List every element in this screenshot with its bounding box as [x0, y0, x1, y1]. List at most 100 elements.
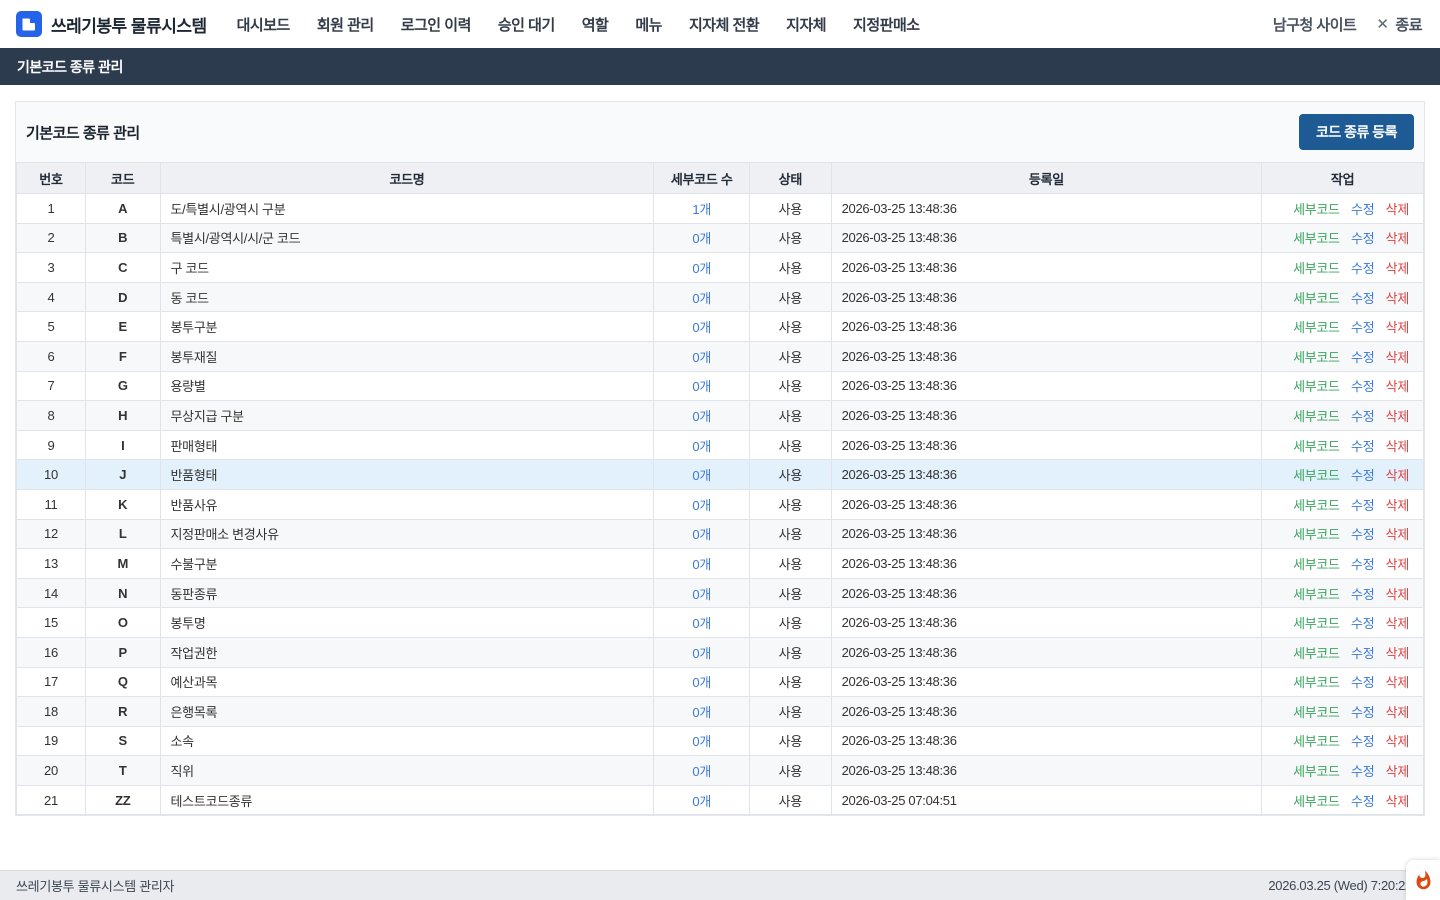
action-edit-link[interactable]: 수정: [1351, 439, 1374, 454]
nav-item-login-history[interactable]: 로그인 이력: [401, 14, 471, 35]
action-detail-link[interactable]: 세부코드: [1293, 291, 1340, 306]
nav-item-approval-pending[interactable]: 승인 대기: [498, 14, 555, 35]
action-delete-link[interactable]: 삭제: [1386, 320, 1409, 335]
detail-count-link[interactable]: 0개: [692, 379, 711, 394]
action-edit-link[interactable]: 수정: [1351, 734, 1374, 749]
action-edit-link[interactable]: 수정: [1351, 527, 1374, 542]
action-delete-link[interactable]: 삭제: [1386, 675, 1409, 690]
action-edit-link[interactable]: 수정: [1351, 468, 1374, 483]
action-delete-link[interactable]: 삭제: [1386, 794, 1409, 809]
action-edit-link[interactable]: 수정: [1351, 498, 1374, 513]
action-detail-link[interactable]: 세부코드: [1293, 261, 1340, 276]
action-edit-link[interactable]: 수정: [1351, 794, 1374, 809]
action-detail-link[interactable]: 세부코드: [1293, 350, 1340, 365]
action-edit-link[interactable]: 수정: [1351, 350, 1374, 365]
action-edit-link[interactable]: 수정: [1351, 646, 1374, 661]
action-delete-link[interactable]: 삭제: [1386, 261, 1409, 276]
action-detail-link[interactable]: 세부코드: [1293, 527, 1340, 542]
detail-count-link[interactable]: 0개: [692, 350, 711, 365]
action-detail-link[interactable]: 세부코드: [1293, 794, 1340, 809]
action-delete-link[interactable]: 삭제: [1386, 646, 1409, 661]
detail-count-link[interactable]: 0개: [692, 261, 711, 276]
detail-count-link[interactable]: 0개: [692, 468, 711, 483]
action-delete-link[interactable]: 삭제: [1386, 202, 1409, 217]
action-detail-link[interactable]: 세부코드: [1293, 439, 1340, 454]
detail-count-link[interactable]: 1개: [692, 202, 711, 217]
detail-count-link[interactable]: 0개: [692, 557, 711, 572]
nav-item-municipality[interactable]: 지자체: [786, 14, 826, 35]
action-delete-link[interactable]: 삭제: [1386, 379, 1409, 394]
action-delete-link[interactable]: 삭제: [1386, 557, 1409, 572]
action-detail-link[interactable]: 세부코드: [1293, 498, 1340, 513]
action-detail-link[interactable]: 세부코드: [1293, 646, 1340, 661]
action-delete-link[interactable]: 삭제: [1386, 231, 1409, 246]
action-detail-link[interactable]: 세부코드: [1293, 587, 1340, 602]
detail-count-link[interactable]: 0개: [692, 675, 711, 690]
action-delete-link[interactable]: 삭제: [1386, 409, 1409, 424]
action-detail-link[interactable]: 세부코드: [1293, 764, 1340, 779]
action-delete-link[interactable]: 삭제: [1386, 498, 1409, 513]
debug-toolbar-button[interactable]: [1406, 860, 1440, 900]
action-detail-link[interactable]: 세부코드: [1293, 202, 1340, 217]
detail-count-link[interactable]: 0개: [692, 734, 711, 749]
action-edit-link[interactable]: 수정: [1351, 291, 1374, 306]
nav-item-designated-stores[interactable]: 지정판매소: [853, 14, 920, 35]
action-detail-link[interactable]: 세부코드: [1293, 675, 1340, 690]
detail-count-link[interactable]: 0개: [692, 587, 711, 602]
action-edit-link[interactable]: 수정: [1351, 409, 1374, 424]
action-edit-link[interactable]: 수정: [1351, 261, 1374, 276]
action-edit-link[interactable]: 수정: [1351, 705, 1374, 720]
nav-item-menus[interactable]: 메뉴: [635, 14, 662, 35]
detail-count-link[interactable]: 0개: [692, 527, 711, 542]
exit-button[interactable]: ✕ 종료: [1376, 14, 1422, 35]
action-detail-link[interactable]: 세부코드: [1293, 320, 1340, 335]
action-edit-link[interactable]: 수정: [1351, 557, 1374, 572]
action-detail-link[interactable]: 세부코드: [1293, 379, 1340, 394]
detail-count-link[interactable]: 0개: [692, 409, 711, 424]
action-delete-link[interactable]: 삭제: [1386, 734, 1409, 749]
action-delete-link[interactable]: 삭제: [1386, 587, 1409, 602]
detail-count-link[interactable]: 0개: [692, 498, 711, 513]
detail-count-link[interactable]: 0개: [692, 646, 711, 661]
nav-item-dashboard[interactable]: 대시보드: [237, 14, 290, 35]
nav-item-roles[interactable]: 역할: [582, 14, 609, 35]
action-delete-link[interactable]: 삭제: [1386, 527, 1409, 542]
detail-count-link[interactable]: 0개: [692, 320, 711, 335]
detail-count-link[interactable]: 0개: [692, 705, 711, 720]
action-delete-link[interactable]: 삭제: [1386, 468, 1409, 483]
action-delete-link[interactable]: 삭제: [1386, 764, 1409, 779]
cell-name: 봉투구분: [160, 312, 654, 342]
action-edit-link[interactable]: 수정: [1351, 764, 1374, 779]
cell-name: 봉투재질: [160, 341, 654, 371]
action-detail-link[interactable]: 세부코드: [1293, 616, 1340, 631]
action-edit-link[interactable]: 수정: [1351, 587, 1374, 602]
action-edit-link[interactable]: 수정: [1351, 231, 1374, 246]
action-delete-link[interactable]: 삭제: [1386, 616, 1409, 631]
site-link[interactable]: 남구청 사이트: [1273, 14, 1356, 35]
action-detail-link[interactable]: 세부코드: [1293, 705, 1340, 720]
brand-home-link[interactable]: 쓰레기봉투 물류시스템: [16, 11, 207, 37]
detail-count-link[interactable]: 0개: [692, 231, 711, 246]
action-delete-link[interactable]: 삭제: [1386, 291, 1409, 306]
action-edit-link[interactable]: 수정: [1351, 379, 1374, 394]
detail-count-link[interactable]: 0개: [692, 794, 711, 809]
action-detail-link[interactable]: 세부코드: [1293, 231, 1340, 246]
detail-count-link[interactable]: 0개: [692, 764, 711, 779]
action-detail-link[interactable]: 세부코드: [1293, 557, 1340, 572]
detail-count-link[interactable]: 0개: [692, 439, 711, 454]
action-edit-link[interactable]: 수정: [1351, 320, 1374, 335]
action-edit-link[interactable]: 수정: [1351, 202, 1374, 217]
action-edit-link[interactable]: 수정: [1351, 675, 1374, 690]
action-detail-link[interactable]: 세부코드: [1293, 409, 1340, 424]
nav-item-municipality-switch[interactable]: 지자체 전환: [689, 14, 759, 35]
action-edit-link[interactable]: 수정: [1351, 616, 1374, 631]
action-delete-link[interactable]: 삭제: [1386, 350, 1409, 365]
action-delete-link[interactable]: 삭제: [1386, 439, 1409, 454]
action-detail-link[interactable]: 세부코드: [1293, 734, 1340, 749]
action-detail-link[interactable]: 세부코드: [1293, 468, 1340, 483]
register-code-type-button[interactable]: 코드 종류 등록: [1299, 114, 1414, 150]
nav-item-members[interactable]: 회원 관리: [317, 14, 374, 35]
detail-count-link[interactable]: 0개: [692, 291, 711, 306]
action-delete-link[interactable]: 삭제: [1386, 705, 1409, 720]
detail-count-link[interactable]: 0개: [692, 616, 711, 631]
